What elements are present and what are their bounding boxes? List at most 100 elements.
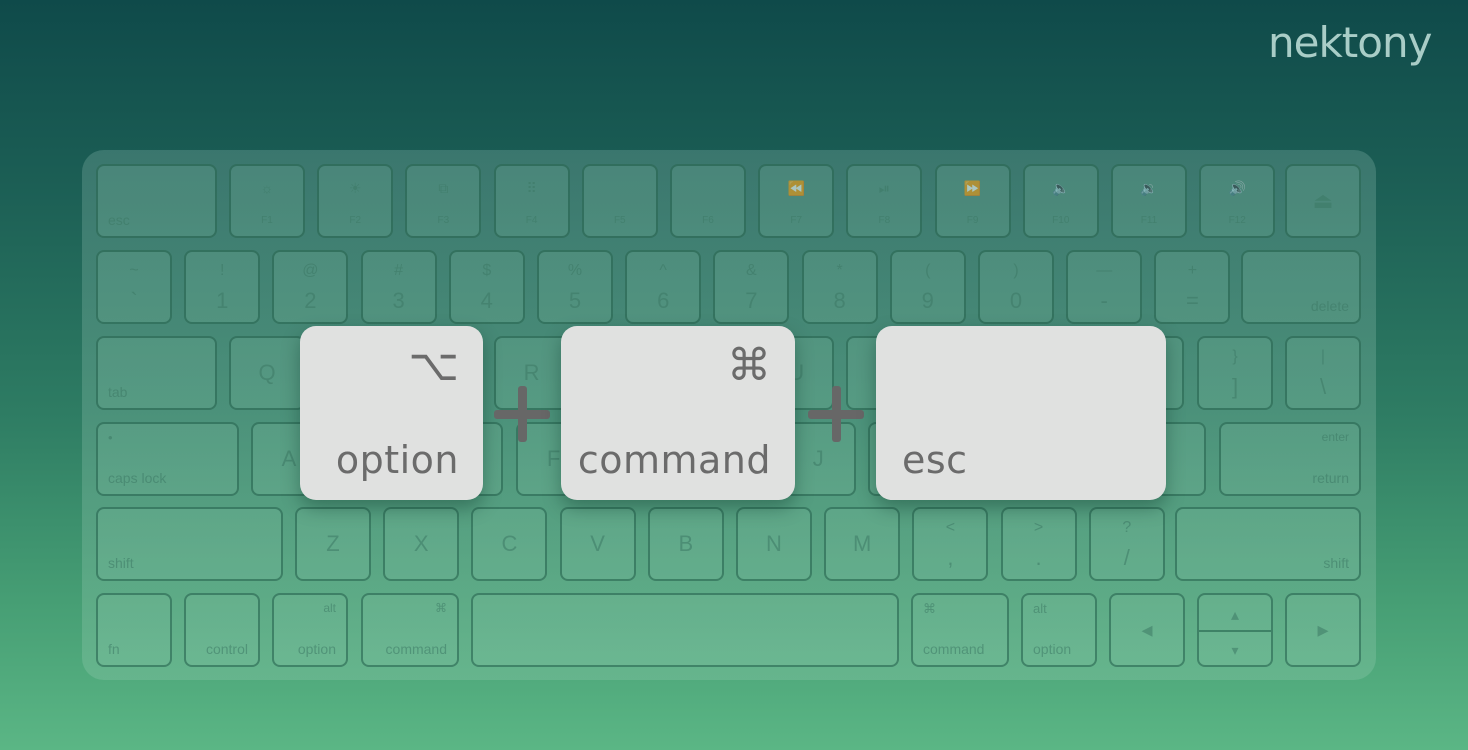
key-f4: ⠿ F4 <box>493 164 570 238</box>
key-shift-char: < <box>945 519 956 536</box>
key-space <box>471 593 899 667</box>
key-label: F12 <box>1228 215 1246 226</box>
key-label: fn <box>108 641 120 657</box>
key-label: shift <box>1323 555 1349 571</box>
nektony-logo: nektony <box>1268 18 1432 67</box>
key-label: alt <box>323 601 336 615</box>
key-label: F1 <box>261 215 273 226</box>
key-label: command <box>923 641 985 657</box>
key-letter: Q <box>229 336 305 410</box>
key-label: F8 <box>878 215 891 226</box>
key-punctuation: ? / <box>1088 507 1165 581</box>
key-char: N <box>766 531 782 556</box>
key-letter: V <box>559 507 636 581</box>
key-option-right: alt option <box>1021 593 1097 667</box>
function-icon: ⏯ <box>878 180 890 196</box>
key-shift-char: } <box>1232 348 1238 365</box>
function-icon: ⧉ <box>438 180 449 196</box>
key-f7: ⏪ F7 <box>758 164 835 238</box>
key-f3: ⧉ F3 <box>405 164 482 238</box>
key-label: F3 <box>437 215 450 226</box>
key-char: X <box>413 531 429 556</box>
key-number: #3 <box>360 250 437 324</box>
key-label: F2 <box>349 215 362 226</box>
key-label: tab <box>108 384 128 400</box>
key-shift-char: ) <box>1013 262 1019 279</box>
key-number: — - <box>1066 250 1143 324</box>
key-label: command <box>385 641 447 657</box>
key-char: 2 <box>304 288 317 313</box>
key-label: F7 <box>790 215 803 226</box>
key-char: . <box>1035 545 1042 570</box>
key-arrow-left: ◂ <box>1109 593 1185 667</box>
key-bracket-close: }] <box>1197 336 1273 410</box>
key-letter: Z <box>295 507 371 581</box>
key-char: 8 <box>833 288 846 313</box>
key-label: F9 <box>966 215 979 226</box>
function-icon: ⠿ <box>526 180 537 196</box>
function-icon: ⏩ <box>963 180 982 196</box>
key-f8: ⏯ F8 <box>846 164 923 238</box>
key-shift-char: ^ <box>659 262 667 279</box>
function-icon: 🔊 <box>1228 180 1246 196</box>
key-delete: delete <box>1241 250 1361 324</box>
key-label: return <box>1312 470 1349 486</box>
plus-icon <box>494 386 550 442</box>
key-number: ! 1 <box>184 250 261 324</box>
key-char: 6 <box>657 288 670 313</box>
key-shift-left: shift <box>96 507 283 581</box>
key-label: F5 <box>613 215 626 226</box>
key-char: V <box>590 531 605 556</box>
key-char: ` <box>130 288 138 313</box>
function-icon: 🔈 <box>1052 180 1070 196</box>
key-shift-char: @ <box>302 262 319 279</box>
key-label: control <box>205 641 248 657</box>
key-number: (9 <box>889 250 966 324</box>
key-label: F11 <box>1140 215 1158 226</box>
eject-icon: ⏏ <box>1312 188 1334 213</box>
key-label: shift <box>108 555 134 571</box>
option-symbol-icon: ⌥ <box>408 340 459 391</box>
function-icon: ☼ <box>260 180 274 196</box>
command-icon: ⌘ <box>435 601 447 615</box>
option-key: ⌥ option <box>300 326 483 500</box>
key-backslash: | \ <box>1285 336 1361 410</box>
function-icon: ⏪ <box>787 180 805 196</box>
key-label: F10 <box>1052 215 1070 226</box>
key-command-left: ⌘ command <box>361 593 459 667</box>
key-label: option <box>1033 641 1072 657</box>
key-char: \ <box>1319 374 1327 399</box>
key-number: ^ 6 <box>625 250 702 324</box>
key-number: + = <box>1154 250 1231 324</box>
key-f5: F5 <box>581 164 658 238</box>
key-label: alt <box>1033 601 1047 616</box>
key-shift-char: $ <box>482 262 492 279</box>
key-char: , <box>947 545 954 570</box>
key-char: M <box>853 531 872 556</box>
key-letter: C <box>471 507 548 581</box>
key-char: 5 <box>568 288 582 313</box>
key-letter: N <box>736 507 812 581</box>
arrow-up-icon: ▴ <box>1230 607 1240 624</box>
key-command-right: ⌘ command <box>911 593 1009 667</box>
key-char: ] <box>1231 374 1239 399</box>
command-key: ⌘ command <box>561 326 795 500</box>
command-key-label: command <box>577 438 771 482</box>
key-char: 1 <box>216 288 229 313</box>
plus-icon <box>808 386 864 442</box>
key-f9: ⏩ F9 <box>934 164 1011 238</box>
key-number: & 7 <box>713 250 790 324</box>
key-char: 4 <box>480 288 493 313</box>
key-char: 0 <box>1009 288 1023 313</box>
key-number: % 5 <box>537 250 613 324</box>
key-shift-char: & <box>746 262 757 279</box>
key-char: 7 <box>745 288 758 313</box>
key-arrow-up-down: ▴ ▾ <box>1197 593 1273 667</box>
key-fn: fn <box>96 593 172 667</box>
function-icon: ☀ <box>348 180 362 196</box>
key-arrow-right: ▸ <box>1285 593 1361 667</box>
key-shift-char: % <box>567 262 583 279</box>
arrow-divider <box>1199 630 1271 632</box>
key-char: = <box>1185 288 1199 313</box>
key-f2: ☀ F2 <box>317 164 394 238</box>
